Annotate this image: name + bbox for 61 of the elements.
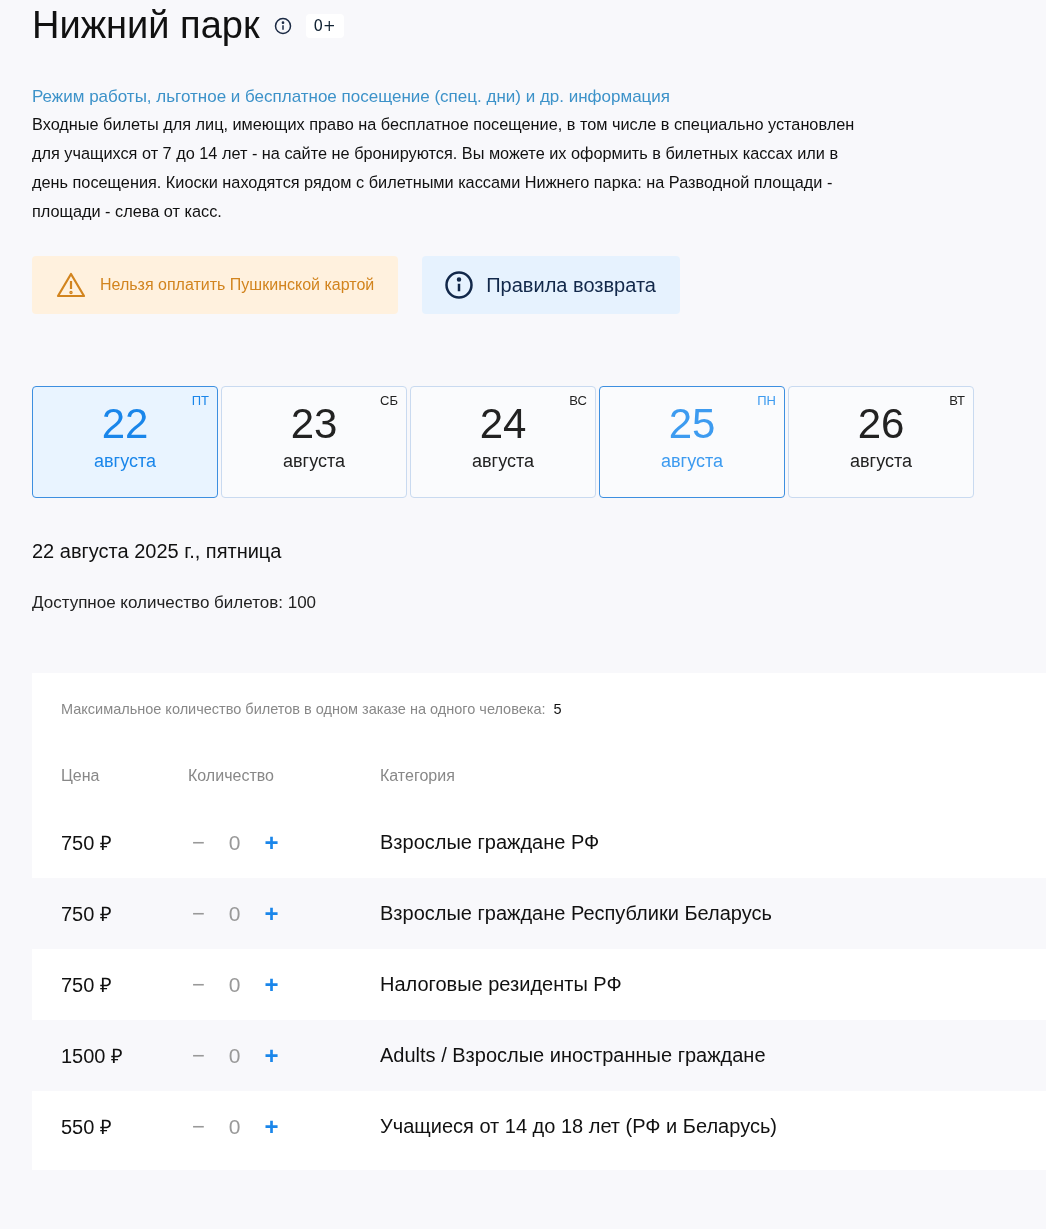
warning-text: Нельзя оплатить Пушкинской картой [100, 276, 375, 294]
date-card[interactable]: 22 августа ПТ [32, 386, 218, 498]
available-count: Доступное количество билетов: 100 [32, 593, 318, 613]
month-name: августа [472, 451, 534, 472]
info-paragraph: Входные билеты для лиц, имеющих право на бесплатное посещение, в том числе в специально установлен для учащихся от 7 до 14 лет - на сайте не бронируются. Вы можете их оформить в билетных кассах или в день посещения. Киоски находятся рядом с билетными кассами Нижнего парка: на Разводной площади - площади - слева от касс. [32, 114, 856, 222]
date-card[interactable]: 26 августа ВТ [788, 386, 974, 498]
increase-button[interactable]: + [260, 1041, 283, 1070]
category-cell-text: Учащиеся от 14 до 18 лет (РФ и Беларусь) [380, 1115, 778, 1138]
page-title: Нижний парк [32, 4, 260, 47]
weekday-label: СБ [380, 393, 398, 408]
quantity-value: 0 [228, 1043, 241, 1068]
info-icon [444, 270, 475, 300]
category-cell-text: Налоговые резиденты РФ [380, 973, 623, 996]
day-number: 23 [290, 401, 338, 447]
selected-date: 22 августа 2025 г., пятница [32, 540, 283, 563]
date-card[interactable]: 24 августа ВС [410, 386, 596, 498]
limit-value: 5 [553, 701, 562, 717]
quantity-value: 0 [228, 830, 241, 855]
weekday-label: ВС [569, 393, 587, 408]
column-header: Количество [188, 767, 275, 785]
info-link[interactable]: Режим работы, льготное и бесплатное посещение (спец. дни) и др. информация [32, 83, 671, 110]
decrease-button[interactable]: − [188, 1113, 209, 1140]
price-cell-text: 750 ₽ [61, 831, 113, 856]
weekday-label: ВТ [949, 393, 965, 408]
day-number: 26 [857, 401, 905, 447]
price-cell-text: 750 ₽ [61, 973, 113, 998]
month-name: августа [850, 451, 912, 472]
warning-icon [56, 272, 86, 298]
column-header: Категория [380, 767, 456, 785]
age-badge: 0+ [305, 13, 344, 38]
month-name: августа [94, 451, 156, 472]
day-number: 24 [479, 401, 527, 447]
month-name: августа [661, 451, 723, 472]
category-cell-text: Взрослые граждане РФ [380, 831, 601, 854]
increase-button[interactable]: + [260, 828, 283, 857]
date-card[interactable]: 23 августа СБ [221, 386, 407, 498]
weekday-label: ПН [757, 393, 776, 408]
price-cell-text: 750 ₽ [61, 902, 113, 927]
decrease-button[interactable]: − [188, 971, 209, 998]
quantity-value: 0 [228, 1114, 241, 1139]
quantity-value: 0 [228, 901, 241, 926]
decrease-button[interactable]: − [188, 1042, 209, 1069]
category-cell-text: Взрослые граждане Республики Беларусь [380, 902, 773, 925]
day-number: 25 [668, 401, 716, 447]
limit-label: Максимальное количество билетов в одном заказе на одного человека: [61, 701, 546, 717]
refund-rules-button[interactable]: Правила возврата [422, 256, 680, 314]
quantity-value: 0 [228, 972, 241, 997]
info-icon[interactable] [273, 16, 292, 35]
date-card[interactable]: 25 августа ПН [599, 386, 785, 498]
decrease-button[interactable]: − [188, 900, 209, 927]
weekday-label: ПТ [191, 393, 209, 408]
increase-button[interactable]: + [260, 970, 283, 999]
increase-button[interactable]: + [260, 1112, 283, 1141]
price-cell-text: 1500 ₽ [61, 1044, 125, 1069]
increase-button[interactable]: + [260, 899, 283, 928]
price-cell-text: 550 ₽ [61, 1115, 113, 1140]
column-header: Цена [61, 767, 101, 785]
day-number: 22 [101, 401, 149, 447]
category-cell-text: Adults / Взрослые иностранные граждане [380, 1044, 767, 1067]
month-name: августа [283, 451, 345, 472]
decrease-button[interactable]: − [188, 829, 209, 856]
